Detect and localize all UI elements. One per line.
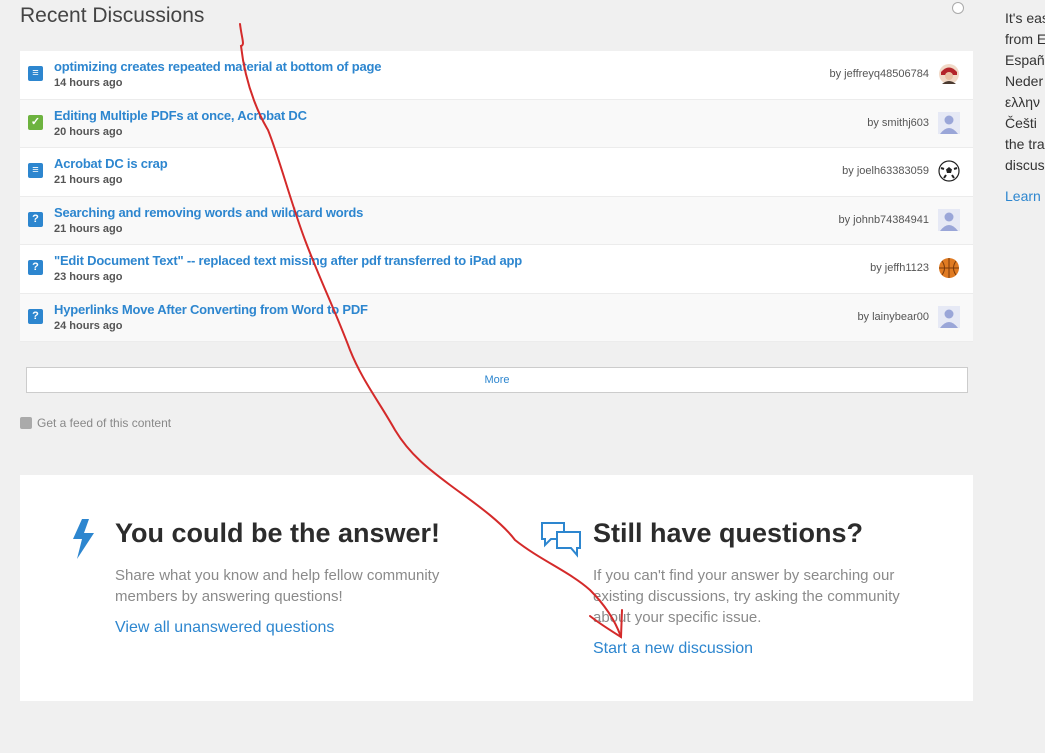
more-button[interactable]: More bbox=[26, 367, 968, 393]
question-icon: ? bbox=[28, 260, 43, 275]
discussion-title-link[interactable]: Hyperlinks Move After Converting from Wo… bbox=[54, 302, 368, 317]
sidebar-line: Češti bbox=[1005, 115, 1037, 131]
questions-text: If you can't find your answer by searchi… bbox=[593, 567, 900, 626]
question-icon: ? bbox=[28, 308, 43, 324]
discussion-author[interactable]: by smithj603 bbox=[867, 117, 929, 129]
section-title: Recent Discussions bbox=[20, 4, 205, 27]
discussion-title-link[interactable]: "Edit Document Text" -- replaced text mi… bbox=[54, 253, 522, 268]
basketball-avatar[interactable] bbox=[938, 257, 960, 279]
rss-icon bbox=[20, 417, 32, 429]
discussion-author[interactable]: by jeffh1123 bbox=[870, 262, 929, 274]
learn-more-link[interactable]: Learn bbox=[1005, 188, 1041, 204]
sidebar-line: Neder bbox=[1005, 73, 1044, 89]
sidebar-text: It's eas from E Españ Neder ελλην Češti … bbox=[1005, 8, 1045, 176]
start-discussion-link[interactable]: Start a new discussion bbox=[593, 640, 753, 658]
sidebar-line: discus bbox=[1005, 157, 1045, 173]
discussion-title-link[interactable]: optimizing creates repeated material at … bbox=[54, 59, 381, 74]
view-unanswered-link[interactable]: View all unanswered questions bbox=[115, 619, 334, 637]
answer-text: Share what you know and help fellow comm… bbox=[115, 567, 440, 605]
feed-link[interactable]: Get a feed of this content bbox=[20, 416, 171, 430]
discussion-list: ≡ optimizing creates repeated material a… bbox=[20, 51, 973, 342]
discussion-row: ≡ Acrobat DC is crap 21 hours ago by joe… bbox=[20, 148, 973, 197]
default-avatar[interactable] bbox=[938, 111, 960, 134]
discussion-row: ? Hyperlinks Move After Converting from … bbox=[20, 293, 973, 342]
loading-spinner-icon bbox=[952, 2, 964, 14]
user-photo-avatar[interactable] bbox=[938, 63, 960, 85]
main-content: Recent Discussions ≡ optimizing creates … bbox=[0, 0, 990, 753]
discussion-author[interactable]: by johnb74384941 bbox=[838, 214, 929, 226]
lightning-bolt-icon bbox=[73, 519, 94, 559]
answer-heading: You could be the answer! bbox=[115, 518, 441, 548]
default-avatar[interactable] bbox=[938, 305, 960, 328]
answered-check-icon: ✓ bbox=[28, 114, 43, 130]
sidebar-line: ελλην bbox=[1005, 94, 1041, 110]
sidebar-line: Españ bbox=[1005, 52, 1045, 68]
discussion-icon: ≡ bbox=[28, 163, 43, 178]
discussion-title-link[interactable]: Acrobat DC is crap bbox=[54, 156, 168, 171]
discussion-row: ≡ optimizing creates repeated material a… bbox=[20, 51, 973, 100]
discussion-title-link[interactable]: Editing Multiple PDFs at once, Acrobat D… bbox=[54, 108, 307, 123]
help-panel: You could be the answer! Share what you … bbox=[20, 475, 973, 701]
sidebar-line: the tra bbox=[1005, 136, 1045, 152]
default-avatar[interactable] bbox=[938, 208, 960, 231]
sidebar-line: It's eas bbox=[1005, 10, 1045, 26]
soccer-ball-avatar[interactable] bbox=[938, 160, 960, 182]
discussion-icon: ≡ bbox=[28, 66, 43, 81]
discussion-author[interactable]: by lainybear00 bbox=[857, 311, 929, 323]
sidebar-line: from E bbox=[1005, 31, 1045, 47]
discussion-time: 20 hours ago bbox=[54, 125, 123, 138]
discussion-row: ? Searching and removing words and wildc… bbox=[20, 196, 973, 245]
discussion-row: ✓ Editing Multiple PDFs at once, Acrobat… bbox=[20, 99, 973, 148]
discussion-time: 21 hours ago bbox=[54, 174, 123, 186]
feed-label: Get a feed of this content bbox=[37, 416, 172, 430]
questions-heading: Still have questions? bbox=[593, 518, 864, 548]
discussion-time: 24 hours ago bbox=[54, 319, 123, 332]
speech-bubbles-icon bbox=[541, 522, 581, 558]
discussion-time: 21 hours ago bbox=[54, 222, 123, 235]
discussion-author[interactable]: by joelh63383059 bbox=[842, 165, 929, 177]
discussion-row: ? "Edit Document Text" -- replaced text … bbox=[20, 245, 973, 294]
discussion-title-link[interactable]: Searching and removing words and wildcar… bbox=[54, 205, 363, 220]
discussion-author[interactable]: by jeffreyq48506784 bbox=[830, 68, 930, 80]
discussion-time: 23 hours ago bbox=[54, 271, 123, 283]
question-icon: ? bbox=[28, 211, 43, 227]
discussion-time: 14 hours ago bbox=[54, 77, 123, 89]
